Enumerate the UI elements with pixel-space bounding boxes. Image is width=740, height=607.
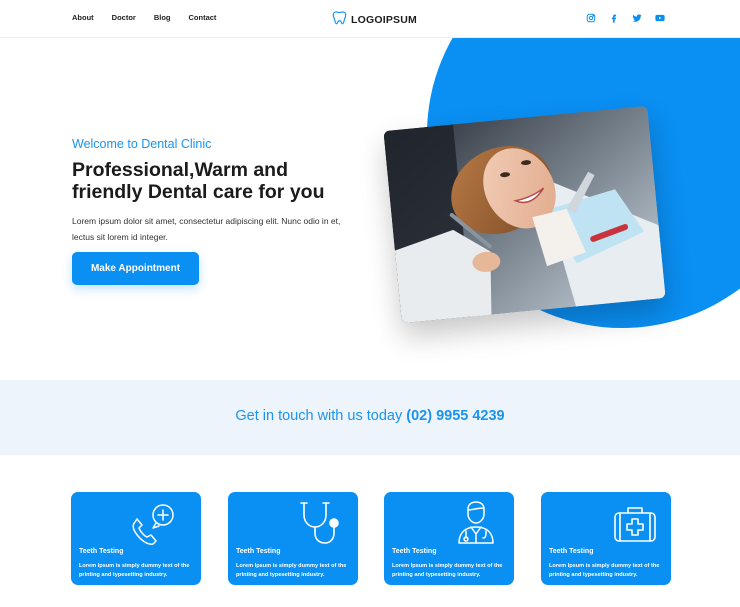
service-description: Lorem Ipsum is simply dummy text of the … (79, 563, 190, 578)
service-title: Teeth Testing (79, 548, 124, 555)
doctor-icon (456, 501, 496, 550)
hero-headline-line-1: Professional,Warm and (72, 159, 288, 181)
nav-contact-link[interactable]: Contact (189, 13, 217, 22)
hero-headline-line-2: friendly Dental care for you (72, 181, 325, 203)
hero-content: Welcome to Dental Clinic Professional,Wa… (72, 137, 372, 285)
logo-text: LOGOIPSUM (351, 14, 417, 26)
site-header: About Doctor Blog Contact LOGOIPSUM (0, 0, 740, 38)
service-title: Teeth Testing (549, 548, 594, 555)
service-description: Lorem Ipsum is simply dummy text of the … (392, 563, 503, 578)
nav-about-link[interactable]: About (72, 13, 94, 22)
phone-plus-icon (129, 502, 177, 553)
service-card[interactable]: Teeth Testing Lorem Ipsum is simply dumm… (541, 492, 671, 585)
youtube-icon[interactable] (655, 13, 665, 23)
contact-strip: Get in touch with us today (02) 9955 423… (0, 380, 740, 455)
nav-doctor-link[interactable]: Doctor (112, 13, 136, 22)
social-links (586, 13, 665, 23)
main-nav: About Doctor Blog Contact (72, 13, 216, 22)
hero-description: Lorem ipsum dolor sit amet, consectetur … (72, 216, 341, 242)
service-description: Lorem Ipsum is simply dummy text of the … (549, 563, 660, 578)
twitter-icon[interactable] (632, 13, 642, 23)
hero-headline: Professional,Warm and friendly Dental ca… (72, 159, 372, 203)
service-title: Teeth Testing (392, 548, 437, 555)
phone-number-link[interactable]: (02) 9955 4239 (406, 408, 504, 424)
logo[interactable]: LOGOIPSUM (332, 10, 417, 30)
service-card[interactable]: Teeth Testing Lorem Ipsum is simply dumm… (384, 492, 514, 585)
page: About Doctor Blog Contact LOGOIPSUM Welc… (0, 0, 740, 607)
hero-photo (383, 105, 666, 324)
services-section: Teeth Testing Lorem Ipsum is simply dumm… (71, 492, 671, 585)
nav-blog-link[interactable]: Blog (154, 13, 171, 22)
service-description: Lorem Ipsum is simply dummy text of the … (236, 563, 347, 578)
stethoscope-icon (298, 500, 342, 551)
contact-text: Get in touch with us today (235, 408, 403, 424)
service-card[interactable]: Teeth Testing Lorem Ipsum is simply dumm… (228, 492, 358, 585)
make-appointment-button[interactable]: Make Appointment (72, 252, 199, 285)
first-aid-kit-icon (613, 504, 657, 549)
service-card[interactable]: Teeth Testing Lorem Ipsum is simply dumm… (71, 492, 201, 585)
contact-line: Get in touch with us today (02) 9955 423… (0, 408, 740, 424)
tooth-icon (332, 10, 347, 30)
hero-welcome-text: Welcome to Dental Clinic (72, 137, 212, 151)
instagram-icon[interactable] (586, 13, 596, 23)
service-title: Teeth Testing (236, 548, 281, 555)
facebook-icon[interactable] (609, 13, 619, 23)
